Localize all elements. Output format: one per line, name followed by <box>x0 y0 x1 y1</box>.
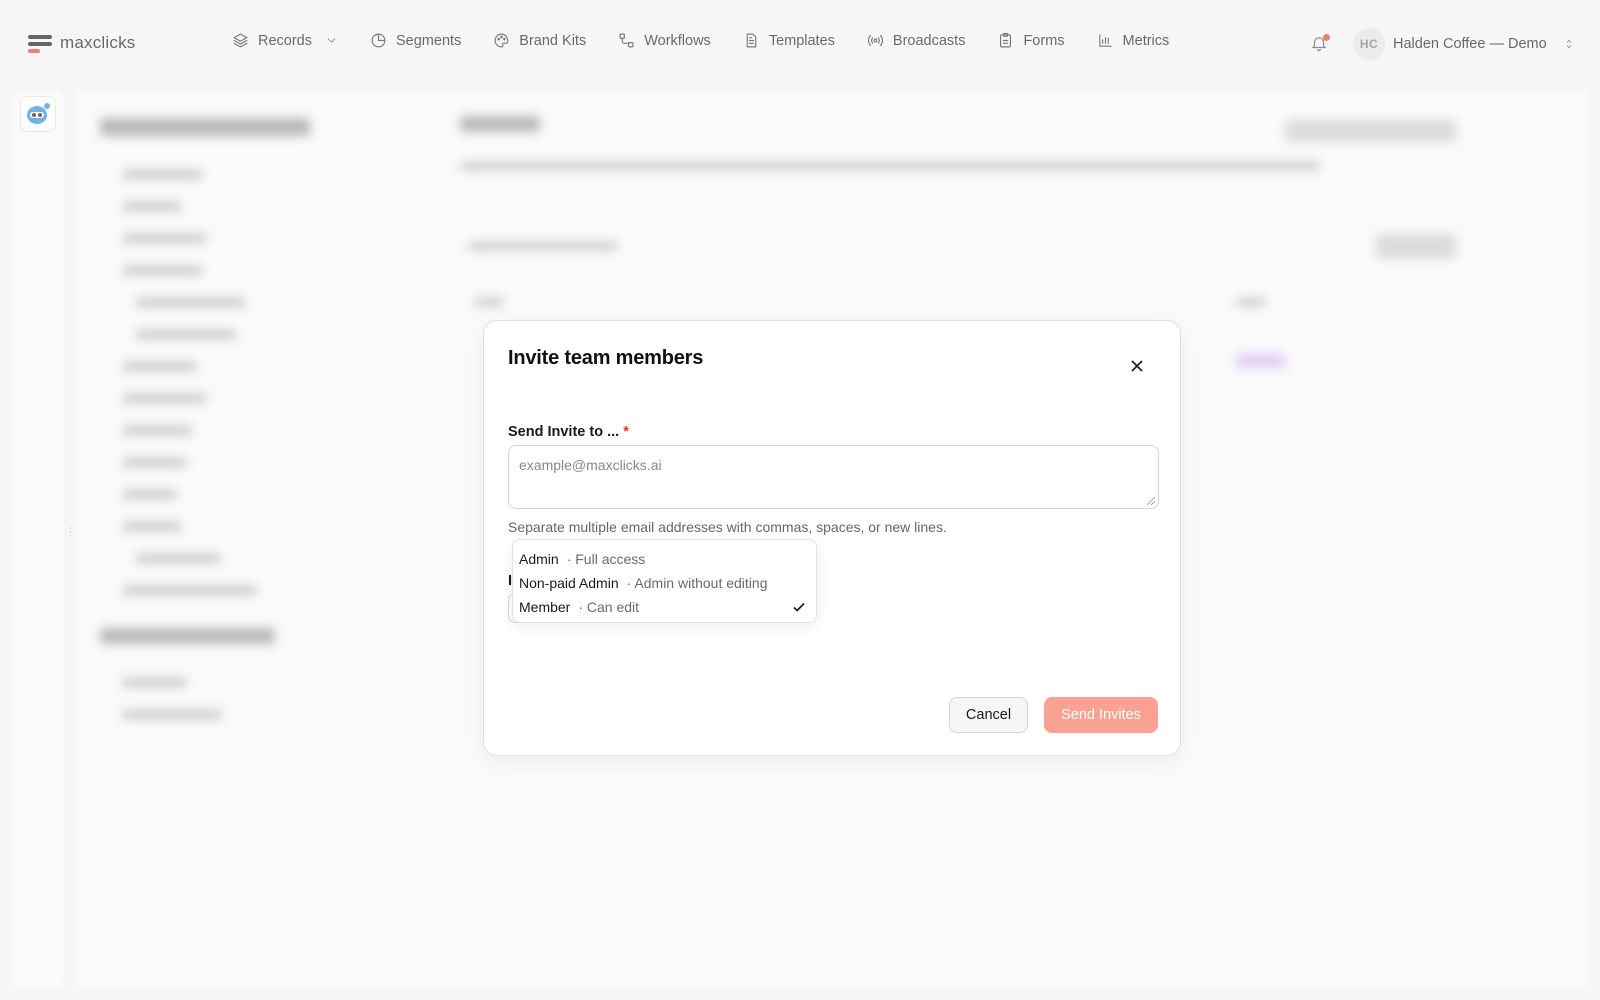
email-field[interactable] <box>508 445 1159 509</box>
close-icon <box>1131 360 1143 372</box>
role-option-name: Member <box>519 599 571 615</box>
role-option-admin[interactable]: Admin · Full access <box>519 546 810 572</box>
role-option-name: Admin <box>519 551 559 567</box>
close-button[interactable] <box>1130 359 1144 373</box>
email-field-label-text: Send Invite to ... <box>508 424 620 440</box>
required-marker: * <box>623 424 629 440</box>
role-option-desc: · Admin without editing <box>626 575 768 591</box>
email-input[interactable] <box>509 446 1158 508</box>
role-option-desc: · Full access <box>566 551 646 567</box>
email-helper-text: Separate multiple email addresses with c… <box>508 519 947 535</box>
role-option-member[interactable]: Member · Can edit <box>519 594 810 620</box>
role-option-non-paid-admin[interactable]: Non-paid Admin · Admin without editing <box>519 570 810 596</box>
modal-title: Invite team members <box>508 347 704 369</box>
email-field-label: Send Invite to ... * <box>508 424 629 440</box>
textarea-resize-icon[interactable] <box>1147 497 1155 505</box>
check-icon <box>792 600 806 614</box>
role-dropdown-menu: Admin · Full access Non-paid Admin · Adm… <box>512 539 817 623</box>
send-invites-button[interactable]: Send Invites <box>1044 697 1158 733</box>
role-option-desc: · Can edit <box>578 599 640 615</box>
cancel-button[interactable]: Cancel <box>949 697 1028 733</box>
invite-team-modal: Invite team members Send Invite to ... * … <box>483 320 1181 756</box>
role-option-name: Non-paid Admin <box>519 575 619 591</box>
